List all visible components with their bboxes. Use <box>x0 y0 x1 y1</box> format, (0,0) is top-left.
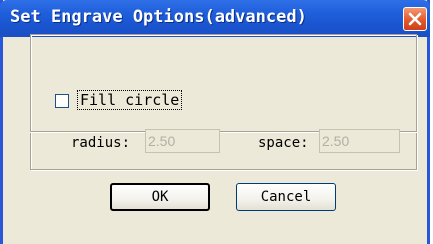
close-icon <box>408 12 422 26</box>
close-button[interactable] <box>403 7 427 31</box>
window-title: Set Engrave Options(advanced) <box>10 7 307 27</box>
ok-button[interactable]: OK <box>110 183 210 211</box>
fill-circle-checkbox[interactable] <box>55 94 69 108</box>
radius-input[interactable]: 2.50 <box>145 129 220 153</box>
space-label: space: <box>258 135 309 151</box>
radius-label: radius: <box>71 135 131 151</box>
fill-circle-label[interactable]: Fill circle <box>77 90 183 110</box>
space-input[interactable]: 2.50 <box>319 129 400 153</box>
cancel-button[interactable]: Cancel <box>236 183 336 211</box>
title-bar[interactable]: Set Engrave Options(advanced) <box>0 0 430 37</box>
